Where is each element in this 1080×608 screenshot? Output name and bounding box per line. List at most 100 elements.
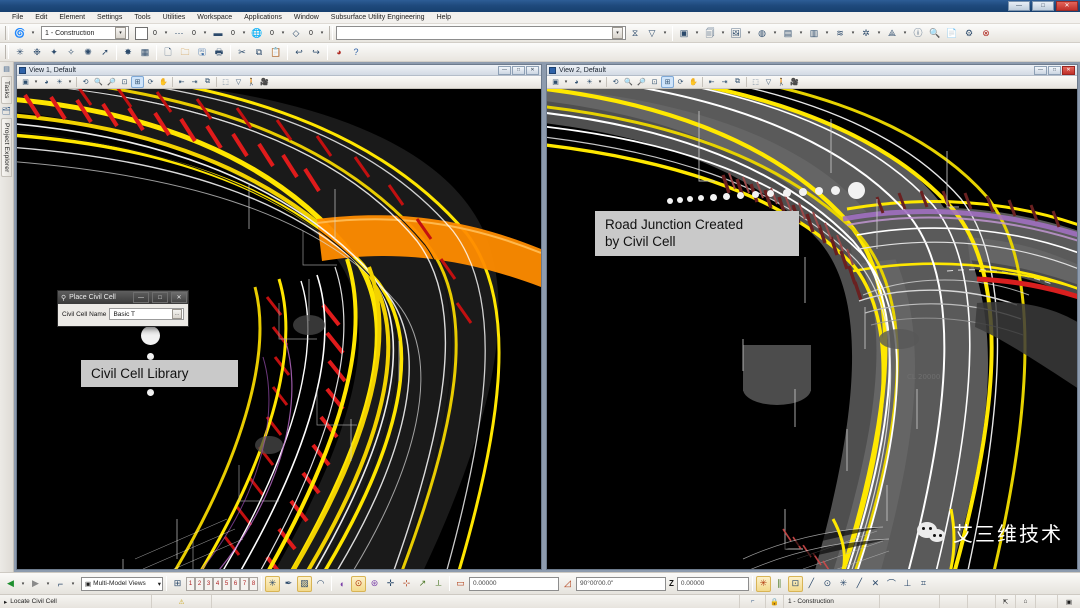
menu-settings[interactable]: Settings	[91, 12, 128, 24]
rotate-view-icon[interactable]: ⟳	[144, 76, 157, 88]
view2-close-button[interactable]: ✕	[1062, 65, 1075, 75]
clip-volume-icon[interactable]: ⬚	[219, 76, 232, 88]
fit-view-icon-2[interactable]: ⊞	[661, 76, 674, 88]
cut-icon[interactable]: ✂	[234, 44, 250, 60]
menu-utilities[interactable]: Utilities	[157, 12, 192, 24]
filter-icon[interactable]: ▽	[644, 25, 660, 41]
bisector-snap-icon[interactable]: ✛	[383, 576, 398, 592]
level-display-dropdown-arrow[interactable]: ▾	[823, 25, 831, 41]
perpendicular-snap-icon[interactable]: ⟂	[431, 576, 446, 592]
back-icon[interactable]: ◀	[3, 576, 18, 592]
display-style-dropdown-arrow[interactable]: ▾	[66, 74, 74, 90]
keypoint-snap-icon[interactable]: ◐	[335, 576, 350, 592]
cell-library-icon[interactable]: ✲	[858, 25, 874, 41]
view2-maximize-button[interactable]: □	[1048, 65, 1061, 75]
render-icon[interactable]: ◕	[331, 44, 347, 60]
menu-window[interactable]: Window	[288, 12, 325, 24]
settings-icon[interactable]: ⚙	[961, 25, 977, 41]
walk-icon-2[interactable]: 🚶	[775, 76, 788, 88]
info-icon[interactable]: ⓘ	[910, 25, 926, 41]
snap-status-cell[interactable]: ⌐	[740, 594, 766, 608]
back-dropdown-arrow[interactable]: ▾	[19, 576, 27, 592]
level-symbology-dropdown-arrow[interactable]: ▾	[29, 25, 37, 41]
raster-manager-icon[interactable]: 🖼	[728, 25, 744, 41]
toolbar-grip-2[interactable]	[329, 26, 333, 40]
references-dropdown-arrow[interactable]: ▾	[719, 25, 727, 41]
display-style-icon-2[interactable]: ☀	[583, 76, 596, 88]
class-dropdown-arrow[interactable]: ▾	[279, 25, 287, 41]
menu-workspace[interactable]: Workspace	[191, 12, 238, 24]
view-status-cell[interactable]: ▣	[1058, 595, 1080, 608]
menu-element[interactable]: Element	[53, 12, 91, 24]
adjust-view-brightness-icon-2[interactable]: ◕	[570, 76, 583, 88]
print-icon[interactable]: 🖶	[211, 44, 227, 60]
arc-snap-icon[interactable]: ⌒	[884, 576, 899, 592]
line-style-icon[interactable]: ⋯	[171, 25, 187, 41]
menu-applications[interactable]: Applications	[238, 12, 288, 24]
fit-view-icon[interactable]: ⊞	[131, 76, 144, 88]
point-clouds-icon[interactable]: ◍	[754, 25, 770, 41]
view-attributes-icon-2[interactable]: ▣	[549, 76, 562, 88]
help-icon[interactable]: ?	[348, 44, 364, 60]
raster-dropdown-arrow[interactable]: ▾	[745, 25, 753, 41]
level-3[interactable]: 3	[204, 576, 213, 591]
menu-help[interactable]: Help	[431, 12, 457, 24]
walk-icon[interactable]: 🚶	[245, 76, 258, 88]
fit-status-cell[interactable]: ⇱	[996, 594, 1016, 608]
pan-view-icon-2[interactable]: ✋	[687, 76, 700, 88]
element-snap-icon[interactable]: ⌗	[916, 576, 931, 592]
view2-canvas[interactable]: CL 20000 Road Junction Created by Civil …	[547, 89, 1077, 569]
keypoint-star-icon[interactable]: ✳	[836, 576, 851, 592]
view1-canvas[interactable]: ⚲ Place Civil Cell — □ ✕ Civil Cell Name…	[17, 89, 541, 569]
view2-title-bar[interactable]: View 2, Default — □ ✕	[547, 65, 1077, 76]
display-style-icon[interactable]: ☀	[53, 76, 66, 88]
copy-icon[interactable]: ⧉	[251, 44, 267, 60]
level-symbology-icon[interactable]: 🌀	[12, 25, 28, 41]
minimize-button[interactable]: —	[1008, 1, 1030, 11]
view-attributes-dropdown-arrow-2[interactable]: ▾	[562, 74, 570, 90]
fence-icon[interactable]: ❉	[29, 44, 45, 60]
menu-tools[interactable]: Tools	[128, 12, 156, 24]
level-8[interactable]: 8	[249, 576, 258, 591]
copy-view-icon-2[interactable]: ⧉	[731, 76, 744, 88]
intersection-snap-icon[interactable]: ⊹	[399, 576, 414, 592]
line-snap-icon[interactable]: ╱	[804, 576, 819, 592]
filter-dropdown-arrow[interactable]: ▾	[661, 25, 669, 41]
element-class-icon[interactable]: 🌐	[249, 25, 265, 41]
new-file-icon[interactable]: 🗋	[160, 44, 176, 60]
color-dropdown-arrow[interactable]: ▾	[162, 25, 170, 41]
clip-mask-icon[interactable]: ▽	[232, 76, 245, 88]
view-attributes-dropdown-arrow[interactable]: ▾	[32, 74, 40, 90]
midpoint-snap-icon[interactable]: ⊥	[900, 576, 915, 592]
lock-status-cell[interactable]: 🔒	[766, 594, 784, 608]
select-similar-icon[interactable]: ✺	[80, 44, 96, 60]
model-view-dropdown-arrow[interactable]: ▾	[158, 580, 161, 588]
zoom-out-icon[interactable]: 🔎	[105, 76, 118, 88]
view1-minimize-button[interactable]: —	[498, 65, 511, 75]
probe-icon[interactable]: ✒	[281, 576, 296, 592]
design-history-dropdown-arrow[interactable]: ▾	[901, 25, 909, 41]
warning-cell[interactable]: ⚠	[152, 594, 212, 608]
snap-dropdown-arrow[interactable]: ▾	[69, 576, 77, 592]
level-2[interactable]: 2	[195, 576, 204, 591]
view2-minimize-button[interactable]: —	[1034, 65, 1047, 75]
models-dropdown-arrow[interactable]: ▾	[693, 25, 701, 41]
civil-cell-name-input[interactable]: Basic T …	[109, 308, 184, 320]
standard-toolbar-grip[interactable]	[5, 45, 9, 59]
dialog-minimize-button[interactable]: —	[133, 292, 149, 303]
view1-title-bar[interactable]: View 1, Default — □ ✕	[17, 65, 541, 76]
pan-view-icon[interactable]: ✋	[157, 76, 170, 88]
tangent-snap-icon[interactable]: ↗	[415, 576, 430, 592]
distance-field[interactable]: 0.00000	[469, 576, 559, 591]
open-file-icon[interactable]: 🗀	[177, 44, 193, 60]
angle-field[interactable]: 90°00'00.0"	[576, 576, 666, 591]
redo-icon[interactable]: ↪	[308, 44, 324, 60]
multi-snap-icon[interactable]: ✕	[868, 576, 883, 592]
active-level-combo[interactable]: 1 - Construction ▾	[41, 26, 129, 40]
civil-cell-browse-button[interactable]: …	[172, 309, 182, 319]
update-view-icon-2[interactable]: ⟲	[609, 76, 622, 88]
dialog-title-bar[interactable]: ⚲ Place Civil Cell — □ ✕	[58, 291, 188, 304]
isolate-icon[interactable]: ⧖	[627, 25, 643, 41]
style-dropdown-arrow[interactable]: ▾	[201, 25, 209, 41]
clear-icon[interactable]: ⊗	[978, 25, 994, 41]
